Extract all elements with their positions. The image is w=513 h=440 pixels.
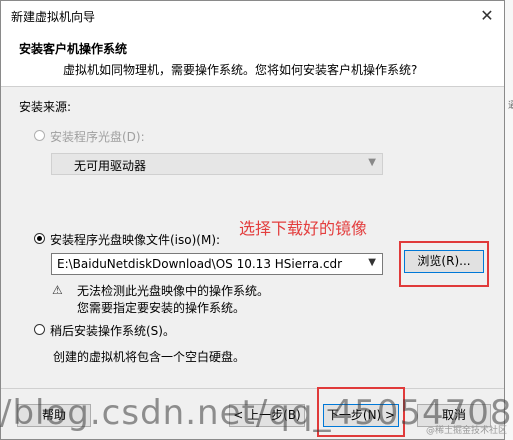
help-button[interactable]: 帮助 [17, 404, 91, 427]
warning-text-line1: 无法检测此光盘映像中的操作系统。 [77, 284, 270, 298]
wizard-header: 安装客户机操作系统 虚拟机如同物理机，需要操作系统。您将如何安装客户机操作系统? [1, 31, 504, 87]
install-later-radio[interactable] [34, 324, 45, 335]
install-source-label: 安装来源: [19, 100, 72, 114]
chevron-down-icon: ▼ [368, 157, 376, 168]
iso-path-value: E:\BaiduNetdiskDownload\OS 10.13 HSierra… [57, 257, 343, 271]
warning-text-line2: 您需要指定要安装的操作系统。 [77, 301, 246, 315]
background-window-edge: 逼 [505, 0, 513, 440]
install-later-label: 稍后安装操作系统(S)。 [50, 324, 175, 338]
annotation-highlight-browse [399, 241, 489, 287]
disc-radio[interactable] [34, 130, 45, 141]
annotation-highlight-next [317, 387, 405, 437]
page-subtitle: 虚拟机如同物理机，需要操作系统。您将如何安装客户机操作系统? [63, 63, 418, 77]
iso-radio[interactable] [34, 233, 45, 244]
disc-drive-select[interactable]: 无可用驱动器 ▼ [51, 153, 383, 175]
footer-divider [1, 388, 504, 389]
title-bar: 新建虚拟机向导 ✕ [1, 1, 504, 31]
chevron-down-icon[interactable]: ▼ [368, 257, 376, 268]
iso-path-combobox[interactable]: E:\BaiduNetdiskDownload\OS 10.13 HSierra… [51, 253, 383, 275]
iso-option-label: 安装程序光盘映像文件(iso)(M): [50, 233, 221, 247]
new-vm-wizard-dialog: 新建虚拟机向导 ✕ 安装客户机操作系统 虚拟机如同物理机，需要操作系统。您将如何… [0, 0, 505, 440]
disc-option-label: 安装程序光盘(D): [50, 130, 145, 144]
close-icon[interactable]: ✕ [474, 3, 500, 29]
watermark-sub: @稀土掘金技术社区 [425, 426, 507, 436]
back-button[interactable]: < 上一步(B) [229, 404, 305, 427]
annotation-text: 选择下载好的镜像 [239, 219, 368, 238]
background-text: 逼 [506, 100, 513, 109]
window-title: 新建虚拟机向导 [11, 10, 96, 24]
warning-icon: ⚠ [52, 283, 63, 297]
page-title: 安装客户机操作系统 [19, 42, 128, 56]
disc-drive-value: 无可用驱动器 [74, 159, 147, 173]
install-later-description: 创建的虚拟机将包含一个空白硬盘。 [53, 350, 246, 364]
